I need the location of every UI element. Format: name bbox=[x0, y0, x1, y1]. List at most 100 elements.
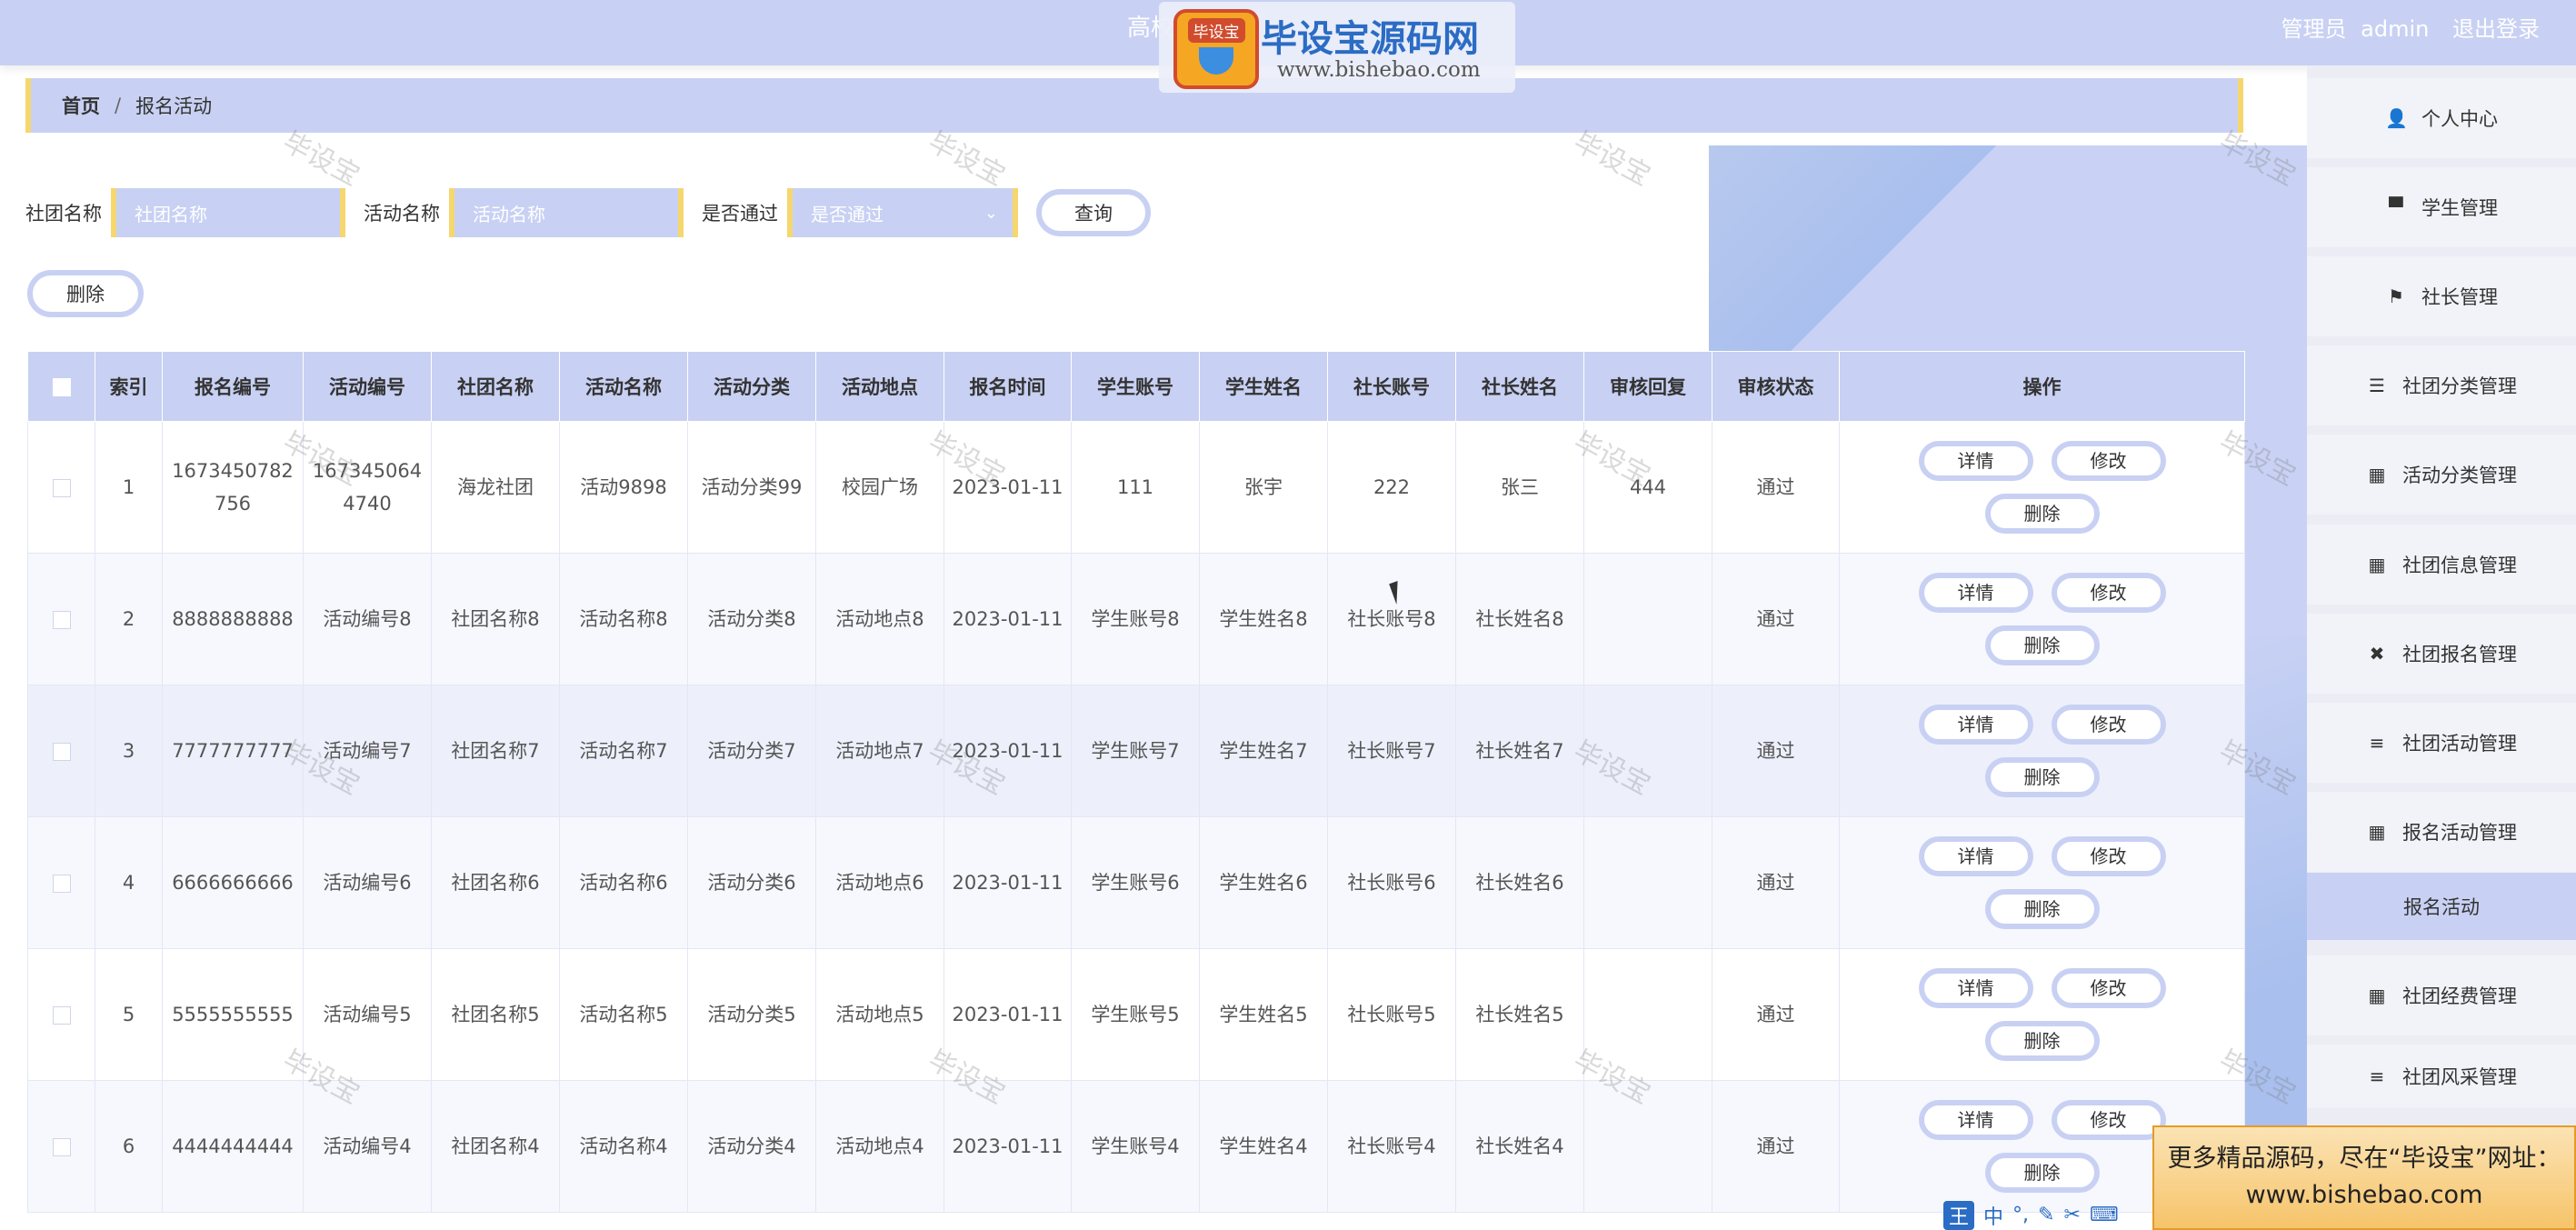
activity-no-cell: 活动编号5 bbox=[303, 948, 432, 1081]
sidebar-item[interactable]: ≡ 社团活动管理 bbox=[2307, 703, 2576, 783]
select-all-checkbox[interactable] bbox=[52, 378, 71, 396]
head-account-cell: 社长账号5 bbox=[1327, 948, 1456, 1081]
ime-brand-icon[interactable]: 王 bbox=[1943, 1200, 1975, 1230]
row-checkbox[interactable] bbox=[52, 611, 71, 629]
activity-place-cell: 校园广场 bbox=[815, 421, 944, 554]
sidebar-item-label: 社团分类管理 bbox=[2402, 375, 2517, 397]
table-row[interactable]: 1 1673450782756 1673450644740 海龙社团 活动9898 活动分… bbox=[27, 421, 2245, 554]
row-checkbox[interactable] bbox=[52, 1138, 71, 1156]
column-header: 社团名称 bbox=[431, 351, 560, 422]
search-button[interactable]: 查询 bbox=[1036, 189, 1151, 236]
sidebar-item[interactable]: ≡ 社团风采管理 bbox=[2307, 1045, 2576, 1108]
sidebar-item[interactable]: ▦ 报名活动管理 bbox=[2307, 792, 2576, 872]
registration-time-cell: 2023-01-11 bbox=[944, 553, 1072, 685]
edit-button[interactable]: 修改 bbox=[2051, 705, 2166, 745]
ime-tool-icon[interactable]: ⌨ bbox=[2090, 1204, 2119, 1226]
ime-tool-icon[interactable]: °, bbox=[2012, 1204, 2029, 1226]
student-name-cell: 学生姓名8 bbox=[1199, 553, 1328, 685]
index-cell: 3 bbox=[95, 685, 163, 817]
registration-no-cell: 7777777777 bbox=[162, 685, 304, 817]
student-account-cell: 学生账号4 bbox=[1071, 1080, 1200, 1213]
delete-button[interactable]: 删除 bbox=[1984, 1021, 2100, 1061]
table-row[interactable]: 3 7777777777 活动编号7 社团名称7 活动名称7 活动分类7 活动地点7 2023… bbox=[27, 685, 2245, 817]
activity-no-cell: 活动编号8 bbox=[303, 553, 432, 685]
sidebar-item[interactable]: ▦ 社团经费管理 bbox=[2307, 955, 2576, 1035]
batch-delete-button[interactable]: 删除 bbox=[27, 270, 144, 317]
activity-no-cell: 活动编号7 bbox=[303, 685, 432, 817]
logo-mascot-icon bbox=[1199, 47, 1233, 75]
row-actions: 详情 修改删除 bbox=[1847, 836, 2237, 929]
table-row[interactable]: 4 6666666666 活动编号6 社团名称6 活动名称6 活动分类6 活动地点6 2023… bbox=[27, 816, 2245, 949]
review-reply-cell: 444 bbox=[1583, 421, 1712, 554]
delete-button[interactable]: 删除 bbox=[1984, 889, 2100, 929]
breadcrumb-home[interactable]: 首页 bbox=[62, 92, 100, 119]
sidebar-item[interactable]: ▦ 活动分类管理 bbox=[2307, 435, 2576, 515]
ime-tool-icon[interactable]: ✎ bbox=[2038, 1204, 2054, 1226]
activity-name-label: 活动名称 bbox=[364, 203, 440, 225]
delete-button[interactable]: 删除 bbox=[1984, 757, 2100, 797]
actions-cell: 详情 修改删除 bbox=[1839, 553, 2245, 685]
logout-link[interactable]: 退出登录 bbox=[2452, 16, 2540, 42]
row-checkbox[interactable] bbox=[52, 875, 71, 893]
sidebar-item[interactable]: ☰ 社团分类管理 bbox=[2307, 345, 2576, 425]
club-name-cell: 社团名称5 bbox=[431, 948, 560, 1081]
table-row[interactable]: 6 4444444444 活动编号4 社团名称4 活动名称4 活动分类4 活动地点4 2023… bbox=[27, 1080, 2245, 1213]
row-checkbox[interactable] bbox=[52, 743, 71, 761]
sidebar-item-label: 学生管理 bbox=[2421, 197, 2498, 219]
sidebar-item[interactable]: 👤 个人中心 bbox=[2307, 78, 2576, 158]
edit-button[interactable]: 修改 bbox=[2051, 968, 2166, 1008]
promo-banner[interactable]: 更多精品源码，尽在“毕设宝”网址： www.bishebao.com bbox=[2152, 1125, 2576, 1230]
table-row[interactable]: 5 5555555555 活动编号5 社团名称5 活动名称5 活动分类5 活动地点5 2023… bbox=[27, 948, 2245, 1081]
edit-button[interactable]: 修改 bbox=[2051, 1100, 2166, 1140]
registration-no-cell: 1673450782756 bbox=[162, 421, 304, 554]
row-checkbox[interactable] bbox=[52, 1006, 71, 1025]
sidebar-item-label: 报名活动管理 bbox=[2402, 822, 2517, 844]
detail-button[interactable]: 详情 bbox=[1918, 1100, 2033, 1140]
activity-no-cell: 1673450644740 bbox=[303, 421, 432, 554]
actions-cell: 详情 修改删除 bbox=[1839, 816, 2245, 949]
ime-tool-icon[interactable]: ✂ bbox=[2063, 1204, 2080, 1226]
registration-time-cell: 2023-01-11 bbox=[944, 421, 1072, 554]
passed-select[interactable]: 是否通过 ⌄ bbox=[787, 188, 1018, 237]
breadcrumb-current: 报名活动 bbox=[135, 95, 213, 117]
detail-button[interactable]: 详情 bbox=[1918, 441, 2033, 481]
sidebar-item-label: 社团报名管理 bbox=[2402, 644, 2517, 665]
ime-toolbar[interactable]: 王 中 °, ✎ ✂ ⌨ bbox=[1943, 1200, 2119, 1230]
table-row[interactable]: 2 8888888888 活动编号8 社团名称8 活动名称8 活动分类8 活动地点8 2023… bbox=[27, 553, 2245, 685]
activity-name-input[interactable]: 活动名称 bbox=[449, 188, 684, 237]
edit-button[interactable]: 修改 bbox=[2051, 441, 2166, 481]
activity-no-cell: 活动编号4 bbox=[303, 1080, 432, 1213]
sidebar-item[interactable]: ⚑ 社长管理 bbox=[2307, 256, 2576, 336]
promo-url[interactable]: www.bishebao.com bbox=[2154, 1181, 2574, 1209]
sidebar-item[interactable]: ✖ 社团报名管理 bbox=[2307, 614, 2576, 694]
ime-tool-icon[interactable]: 中 bbox=[1983, 1201, 2003, 1230]
column-header: 活动地点 bbox=[815, 351, 944, 422]
actions-cell: 详情 修改删除 bbox=[1839, 421, 2245, 554]
delete-button[interactable]: 删除 bbox=[1984, 625, 2100, 665]
delete-button[interactable]: 删除 bbox=[1984, 1153, 2100, 1193]
table-header-row: 索引 报名编号 活动编号 社团名称 活动名称 活动分类 活动地点 报名时间 学生… bbox=[27, 351, 2245, 422]
sidebar-item-label: 个人中心 bbox=[2421, 108, 2498, 130]
detail-button[interactable]: 详情 bbox=[1918, 836, 2033, 876]
activity-category-cell: 活动分类4 bbox=[687, 1080, 816, 1213]
sidebar-item[interactable]: ▦ 社团信息管理 bbox=[2307, 525, 2576, 605]
delete-button[interactable]: 删除 bbox=[1984, 494, 2100, 534]
registration-table: 索引 报名编号 活动编号 社团名称 活动名称 活动分类 活动地点 报名时间 学生… bbox=[27, 351, 2245, 1230]
detail-button[interactable]: 详情 bbox=[1918, 705, 2033, 745]
sidebar-item[interactable]: ▀ 学生管理 bbox=[2307, 167, 2576, 247]
head-name-cell: 张三 bbox=[1455, 421, 1584, 554]
edit-button[interactable]: 修改 bbox=[2051, 573, 2166, 613]
detail-button[interactable]: 详情 bbox=[1918, 573, 2033, 613]
edit-button[interactable]: 修改 bbox=[2051, 836, 2166, 876]
row-checkbox[interactable] bbox=[52, 479, 71, 497]
decorative-triangle bbox=[1709, 145, 2218, 355]
club-name-input[interactable]: 社团名称 bbox=[111, 188, 345, 237]
activity-place-cell: 活动地点5 bbox=[815, 948, 944, 1081]
column-header: 操作 bbox=[1839, 351, 2245, 422]
passed-label: 是否通过 bbox=[702, 203, 778, 225]
chevron-down-icon: ⌄ bbox=[983, 203, 998, 223]
sidebar-item[interactable]: 报名活动 bbox=[2307, 873, 2576, 940]
detail-button[interactable]: 详情 bbox=[1918, 968, 2033, 1008]
head-account-cell: 社长账号8 bbox=[1327, 553, 1456, 685]
club-name-cell: 海龙社团 bbox=[431, 421, 560, 554]
